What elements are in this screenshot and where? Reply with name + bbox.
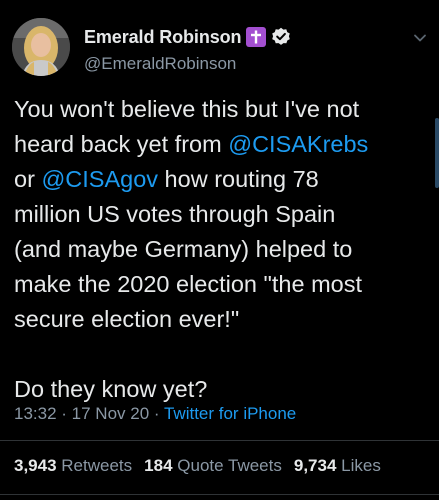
tweet-line: (and maybe Germany) helped to	[14, 236, 353, 262]
author-name-row: Emerald Robinson	[84, 25, 291, 49]
mention-link[interactable]: @CISAgov	[41, 166, 158, 192]
tweet-line: You won't believe this but I've not	[14, 96, 360, 122]
quote-tweets-stat[interactable]: 184 Quote Tweets	[144, 456, 282, 475]
likes-count: 9,734	[293, 456, 337, 475]
tweet-line: how routing 78	[158, 166, 319, 192]
engagement-stats: 3,943 Retweets 184 Quote Tweets 9,734 Like…	[14, 456, 381, 476]
tweet-source-link[interactable]: Twitter for iPhone	[164, 404, 296, 423]
tweet-date[interactable]: 17 Nov 20	[72, 404, 150, 423]
quote-tweets-label: Quote Tweets	[177, 456, 282, 475]
likes-label: Likes	[341, 456, 381, 475]
tweet-meta: 13:32 · 17 Nov 20 · Twitter for iPhone	[14, 404, 296, 424]
meta-separator: ·	[56, 404, 72, 423]
quote-tweets-count: 184	[144, 456, 173, 475]
tweet-line: Do they know yet?	[14, 376, 208, 402]
retweets-label: Retweets	[61, 456, 133, 475]
likes-stat[interactable]: 9,734 Likes	[294, 456, 381, 475]
tweet-detail: Emerald Robinson @EmeraldRobinson You wo…	[0, 0, 439, 500]
purple-cross-icon	[246, 27, 267, 47]
retweets-stat[interactable]: 3,943 Retweets	[14, 456, 132, 475]
divider	[0, 494, 439, 495]
tweet-time[interactable]: 13:32	[14, 404, 57, 423]
mention-link[interactable]: @CISAKrebs	[228, 131, 368, 157]
tweet-text: You won't believe this but I've not hear…	[14, 92, 424, 407]
meta-separator: ·	[149, 404, 164, 423]
chevron-down-icon[interactable]	[413, 30, 427, 42]
author-display-name[interactable]: Emerald Robinson	[84, 27, 242, 48]
tweet-line: or	[14, 166, 42, 192]
scrollbar[interactable]	[435, 118, 439, 188]
tweet-line: million US votes through Spain	[14, 201, 336, 227]
divider	[0, 440, 439, 441]
tweet-line: secure election ever!"	[14, 306, 240, 332]
verified-check-icon	[271, 27, 291, 47]
tweet-line: heard back yet from	[14, 131, 229, 157]
retweets-count: 3,943	[14, 456, 57, 475]
author-handle[interactable]: @EmeraldRobinson	[84, 54, 236, 74]
avatar[interactable]	[12, 18, 70, 76]
tweet-line: make the 2020 election "the most	[14, 271, 362, 297]
